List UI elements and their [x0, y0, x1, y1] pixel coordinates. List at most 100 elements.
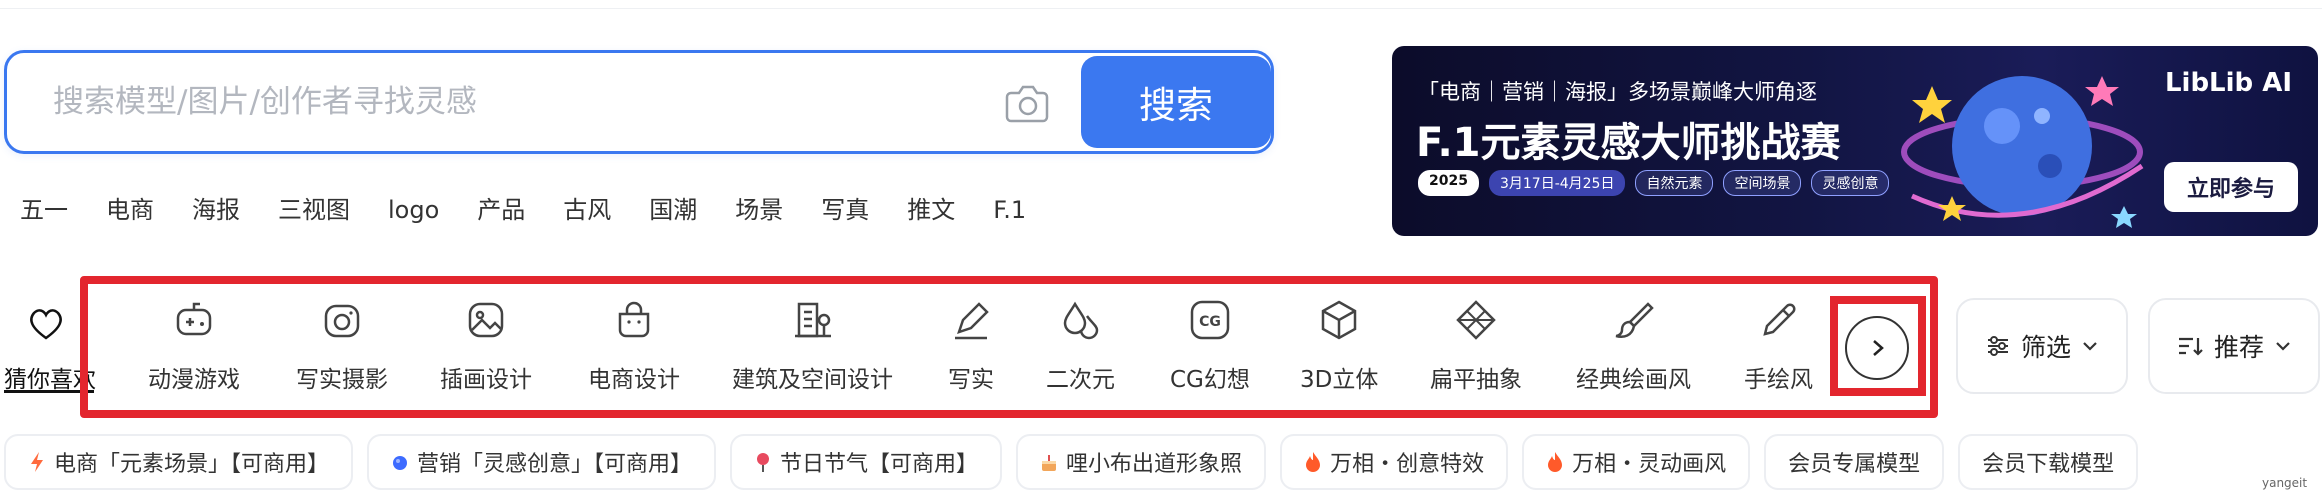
hot-tag[interactable]: 写真: [821, 190, 869, 230]
hot-tag[interactable]: 三视图: [278, 190, 350, 230]
category-label: 写实: [948, 367, 994, 393]
image-icon: [468, 302, 504, 338]
hot-tag[interactable]: 古风: [563, 190, 611, 230]
brand-logo: LibLib AI: [2164, 68, 2292, 98]
category-label: 插画设计: [440, 367, 532, 393]
camera-icon: [324, 304, 360, 338]
tag-debut-photo[interactable]: 哩小布出道形象照: [1016, 434, 1267, 490]
category-realistic[interactable]: 写实: [948, 298, 994, 394]
category-ecommerce-design[interactable]: 电商设计: [588, 298, 680, 394]
tag-animated-style[interactable]: 万相・灵动画风: [1522, 434, 1751, 490]
banner-cta-button[interactable]: 立即参与: [2164, 162, 2298, 212]
gamepad-icon: [176, 302, 212, 336]
category-flat-abstract[interactable]: 扁平抽象: [1430, 298, 1522, 394]
hot-tag[interactable]: 电商: [106, 190, 154, 230]
gem-icon: [1456, 300, 1496, 340]
banner-year: 2025: [1418, 170, 1479, 196]
tag-ecommerce-scene[interactable]: 电商「元素场景」【可商用】: [4, 434, 354, 490]
sort-button[interactable]: 推荐: [2148, 298, 2320, 394]
category-next-button[interactable]: [1845, 316, 1909, 380]
category-hand-drawn[interactable]: 手绘风: [1744, 298, 1813, 394]
banner-chip: 自然元素: [1635, 170, 1714, 196]
category-label: CG幻想: [1170, 367, 1250, 393]
category-classic-painting[interactable]: 经典绘画风: [1576, 298, 1691, 394]
planet-illustration: [1901, 76, 2144, 228]
shopping-bag-icon: [618, 301, 650, 338]
category-realistic-photography[interactable]: 写实摄影: [296, 298, 388, 394]
heart-icon: [30, 309, 62, 340]
svg-text:CG: CG: [1199, 314, 1221, 330]
category-anime-games[interactable]: 动漫游戏: [148, 298, 240, 394]
tag-label: 会员下载模型: [1982, 452, 2115, 477]
sliders-icon: [1987, 336, 2008, 356]
category-label: 动漫游戏: [148, 367, 240, 393]
hot-tag[interactable]: 国潮: [649, 190, 697, 230]
brush-icon: [1615, 302, 1654, 338]
banner-chip: 空间场景: [1723, 170, 1802, 196]
tag-marketing-creative[interactable]: 营销「灵感创意」【可商用】: [367, 434, 717, 490]
category-label: 写实摄影: [296, 367, 388, 393]
category-label: 3D立体: [1300, 367, 1379, 393]
pen-icon: [955, 302, 989, 340]
category-anime[interactable]: 二次元: [1046, 298, 1115, 394]
search-box[interactable]: 搜索: [4, 50, 1274, 154]
category-label: 电商设计: [588, 367, 680, 393]
tag-creative-effects[interactable]: 万相・创意特效: [1280, 434, 1509, 490]
fire-icon: [1548, 452, 1563, 472]
sort-label: 推荐: [2213, 333, 2264, 362]
bottom-tag-list: 电商「元素场景」【可商用】 营销「灵感创意」【可商用】 节日节气【可商用】 哩小…: [4, 434, 2139, 490]
filter-button[interactable]: 筛选: [1956, 298, 2128, 394]
banner-headline: F.1元素灵感大师挑战赛: [1416, 120, 1841, 166]
camera-icon[interactable]: [1003, 81, 1051, 125]
category-3d[interactable]: 3D立体: [1300, 298, 1378, 394]
cake-icon: [1042, 455, 1057, 471]
hot-tag[interactable]: 推文: [907, 190, 955, 230]
hot-tag[interactable]: logo: [388, 190, 439, 230]
banner-date-range: 3月17日-4月25日: [1488, 170, 1626, 196]
fire-icon: [1306, 452, 1321, 472]
hot-tag[interactable]: F.1: [993, 190, 1026, 230]
building-icon: [794, 302, 831, 338]
tag-label: 营销「灵感创意」【可商用】: [417, 452, 693, 477]
pencil-icon: [1762, 303, 1795, 336]
globe-icon: [393, 456, 408, 470]
tag-member-downloads[interactable]: 会员下载模型: [1958, 434, 2139, 490]
top-divider: [0, 8, 2322, 9]
chevron-right-icon: [1873, 340, 1884, 356]
tag-label: 万相・灵动画风: [1572, 452, 1727, 477]
sort-icon: [2178, 337, 2203, 356]
chevron-down-icon: [2083, 342, 2097, 351]
tag-member-models[interactable]: 会员专属模型: [1764, 434, 1945, 490]
hot-tag[interactable]: 产品: [477, 190, 525, 230]
category-cg-fantasy[interactable]: CG CG幻想: [1170, 298, 1250, 394]
category-label: 二次元: [1046, 367, 1115, 393]
tag-label: 哩小布出道形象照: [1066, 452, 1243, 477]
tag-label: 万相・创意特效: [1330, 452, 1485, 477]
pin-icon: [757, 453, 770, 472]
hot-tag[interactable]: 海报: [192, 190, 240, 230]
watermark: yangeit: [2262, 476, 2308, 490]
category-label: 手绘风: [1744, 367, 1813, 393]
promo-banner[interactable]: 「电商｜营销｜海报」多场景巅峰大师角逐 F.1元素灵感大师挑战赛 2025 3月…: [1392, 46, 2318, 236]
banner-subtitle: 「电商｜营销｜海报」多场景巅峰大师角逐: [1418, 80, 1817, 104]
category-label: 扁平抽象: [1430, 367, 1522, 393]
tag-festival[interactable]: 节日节气【可商用】: [730, 434, 1003, 490]
cg-icon: CG: [1190, 300, 1230, 340]
hot-tag[interactable]: 五一: [20, 190, 68, 230]
filter-label: 筛选: [2020, 333, 2071, 362]
hot-tags: 五一 电商 海报 三视图 logo 产品 古风 国潮 场景 写真 推文 F.1: [20, 190, 1064, 230]
banner-chip: 灵感创意: [1811, 170, 1890, 196]
category-architecture-space[interactable]: 建筑及空间设计: [732, 298, 893, 394]
tag-label: 节日节气【可商用】: [780, 452, 979, 477]
category-illustration[interactable]: 插画设计: [440, 298, 532, 394]
hot-tag[interactable]: 场景: [735, 190, 783, 230]
lightning-icon: [31, 452, 43, 472]
cube-icon: [1321, 300, 1357, 340]
search-input[interactable]: [53, 79, 953, 125]
search-button[interactable]: 搜索: [1081, 56, 1271, 148]
drops-icon: [1063, 301, 1098, 340]
chevron-down-icon: [2276, 342, 2290, 351]
category-label: 建筑及空间设计: [732, 367, 893, 393]
tag-label: 电商「元素场景」【可商用】: [54, 452, 330, 477]
banner-chips: 2025 3月17日-4月25日 自然元素 空间场景 灵感创意: [1418, 170, 1890, 196]
